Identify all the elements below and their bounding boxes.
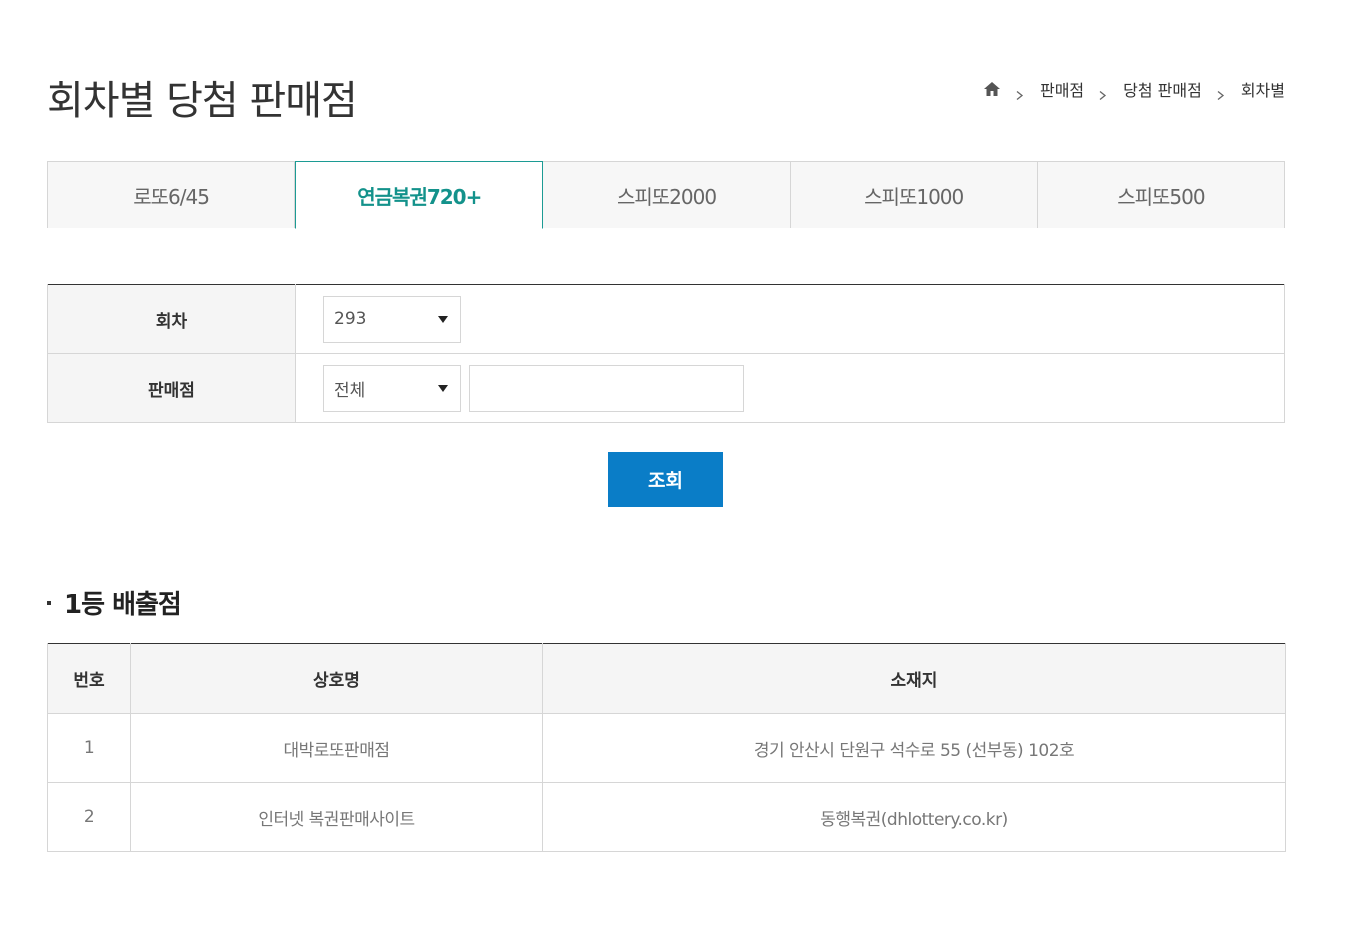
header-number: 번호 [47,643,131,714]
bullet-icon [47,600,51,605]
breadcrumb-item[interactable]: 판매점 [1040,77,1084,101]
chevron-right-icon [1015,85,1024,100]
store-search-input[interactable] [469,364,744,412]
round-select[interactable]: 293 [323,295,461,343]
section-title-text: 1등 배출점 [64,590,182,620]
lottery-tabs: 로또6/45 연금복권720+ 스피또2000 스피또1000 스피또500 [47,161,1286,229]
round-row: 회차 293 [47,284,1285,354]
winner-stores-table: 번호 상호명 소재지 1 대박로또판매점 경기 안산시 단원구 석수로 55 (… [47,643,1286,852]
home-icon[interactable] [983,80,1001,98]
cell-address: 동행복권(dhlottery.co.kr) [542,782,1286,852]
tab-speetto2000[interactable]: 스피또2000 [543,161,791,228]
search-form-table: 회차 293 판매점 전체 [47,284,1285,423]
round-label: 회차 [47,284,296,354]
section-title: 1등 배출점 [47,584,182,621]
cell-address: 경기 안산시 단원구 석수로 55 (선부동) 102호 [542,713,1286,783]
tab-lotto645[interactable]: 로또6/45 [47,161,296,228]
store-filter-select[interactable]: 전체 [323,364,461,412]
search-button[interactable]: 조회 [608,452,723,507]
breadcrumb-item-current: 회차별 [1240,81,1285,100]
cell-store-name: 대박로또판매점 [130,713,543,783]
chevron-right-icon [1098,85,1107,100]
cell-store-name: 인터넷 복권판매사이트 [130,782,543,852]
chevron-right-icon [1216,85,1225,100]
tab-speetto500[interactable]: 스피또500 [1037,161,1286,228]
table-header-row: 번호 상호명 소재지 [47,643,1286,714]
cell-number: 1 [47,713,131,783]
breadcrumb: 판매점 당첨 판매점 회차별 [983,78,1285,100]
store-cell: 전체 [295,353,1285,423]
store-label: 판매점 [47,353,296,423]
header-address: 소재지 [542,643,1286,714]
tab-pension720[interactable]: 연금복권720+ [295,161,544,229]
caret-down-icon [438,384,448,392]
cell-number: 2 [47,782,131,852]
table-row: 1 대박로또판매점 경기 안산시 단원구 석수로 55 (선부동) 102호 [47,713,1286,783]
table-row: 2 인터넷 복권판매사이트 동행복권(dhlottery.co.kr) [47,782,1286,852]
round-select-value: 293 [334,309,367,329]
store-row: 판매점 전체 [47,353,1285,423]
tab-speetto1000[interactable]: 스피또1000 [790,161,1038,228]
round-cell: 293 [295,284,1285,354]
page-title: 회차별 당첨 판매점 [47,78,358,124]
header-store-name: 상호명 [130,643,543,714]
store-filter-value: 전체 [334,380,366,401]
breadcrumb-item[interactable]: 당첨 판매점 [1123,77,1202,101]
caret-down-icon [438,315,448,323]
